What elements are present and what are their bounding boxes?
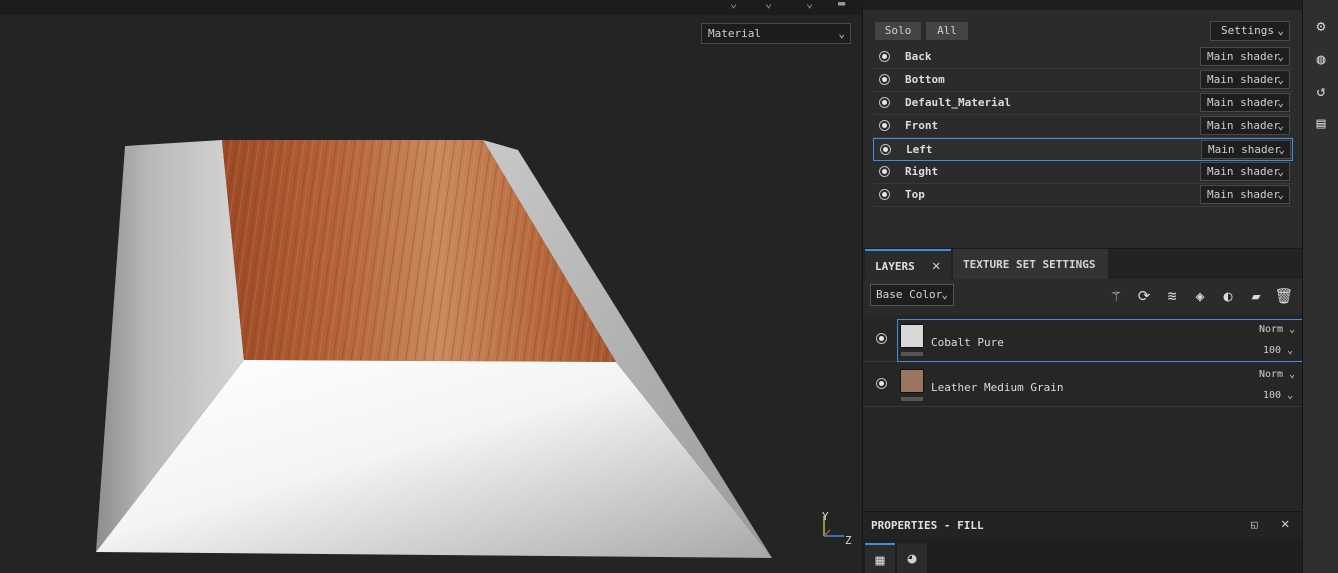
chevron-down-icon: ⌄: [1277, 119, 1284, 132]
layers-toolbar: Base Color ⌄ ⚚ ⟳ ≋ ◈ ◐ ▰ 🗑: [863, 279, 1303, 313]
magic-wand-icon[interactable]: ⚚: [1106, 286, 1126, 306]
texture-set-radio[interactable]: [879, 189, 890, 200]
solo-button[interactable]: Solo: [875, 22, 921, 40]
layer-row[interactable]: Leather Medium Grain Norm ⌄ 100 ⌄: [863, 362, 1303, 407]
3d-model[interactable]: [0, 0, 862, 573]
texture-set-radio[interactable]: [879, 51, 890, 62]
fill-layer-icon[interactable]: ◈: [1190, 286, 1210, 306]
shader-select[interactable]: Main shader ⌄: [1200, 185, 1290, 204]
chevron-down-icon: ⌄: [1277, 24, 1284, 37]
properties-header: PROPERTIES - FILL ◱ ✕: [863, 511, 1303, 539]
axis-gizmo: Y Z: [822, 510, 852, 547]
expand-icon[interactable]: ◱: [1251, 518, 1258, 531]
close-icon[interactable]: ✕: [932, 258, 940, 274]
chevron-down-icon: ⌄: [1277, 73, 1284, 86]
layers-tabbar: LAYERS ✕ TEXTURE SET SETTINGS: [863, 248, 1303, 280]
texture-set-radio[interactable]: [880, 144, 891, 155]
chevron-down-icon: ⌄: [1277, 188, 1284, 201]
panel-top-strip: [863, 0, 1303, 10]
mask-thumbnail: [901, 352, 923, 356]
texture-set-row[interactable]: Bottom Main shader ⌄: [873, 69, 1293, 92]
dock-icon-strip: ⚙ ◍ ↺ ▤: [1302, 0, 1338, 573]
texture-set-radio[interactable]: [879, 120, 890, 131]
texture-set-name: Top: [905, 188, 925, 201]
texture-set-radio[interactable]: [879, 97, 890, 108]
texture-set-row[interactable]: Back Main shader ⌄: [873, 46, 1293, 69]
properties-title: PROPERTIES - FILL: [871, 519, 984, 532]
delete-icon[interactable]: 🗑: [1274, 286, 1294, 306]
layer-name: Cobalt Pure: [931, 336, 1004, 349]
texture-set-row[interactable]: Front Main shader ⌄: [873, 115, 1293, 138]
layer-thumbnail: [900, 369, 924, 393]
settings-gear-icon[interactable]: ⚙: [1311, 16, 1331, 36]
texture-set-name: Bottom: [905, 73, 945, 86]
mask-icon[interactable]: ◐: [1218, 286, 1238, 306]
blend-mode-select[interactable]: Norm ⌄: [1259, 369, 1295, 380]
texture-set-radio[interactable]: [879, 74, 890, 85]
channel-dropdown[interactable]: Base Color ⌄: [870, 284, 954, 306]
chevron-down-icon: ⌄: [941, 288, 948, 301]
shader-select[interactable]: Main shader ⌄: [1200, 93, 1290, 112]
fill-properties-tab-icon[interactable]: ▦: [865, 543, 895, 573]
texture-set-name: Default_Material: [905, 96, 1011, 109]
viewport-channel-select[interactable]: Material ⌄: [701, 23, 851, 44]
layer-row[interactable]: Cobalt Pure Norm ⌄ 100 ⌄: [863, 317, 1303, 362]
opacity-select[interactable]: 100 ⌄: [1263, 390, 1293, 401]
log-clipboard-icon[interactable]: ▤: [1311, 113, 1331, 133]
all-button[interactable]: All: [926, 22, 968, 40]
blend-mode-select[interactable]: Norm ⌄: [1259, 324, 1295, 335]
opacity-select[interactable]: 100 ⌄: [1263, 345, 1293, 356]
chevron-down-icon: ⌄: [1277, 50, 1284, 63]
texture-set-name: Back: [905, 50, 932, 63]
layer-thumbnail: [900, 324, 924, 348]
chevron-down-icon: ⌄: [1277, 96, 1284, 109]
texture-set-row[interactable]: Top Main shader ⌄: [873, 184, 1293, 207]
add-folder-icon[interactable]: ▰: [1246, 286, 1266, 306]
shader-select[interactable]: Main shader ⌄: [1200, 162, 1290, 181]
close-icon[interactable]: ✕: [1281, 516, 1289, 532]
mask-thumbnail: [901, 397, 923, 401]
history-icon[interactable]: ↺: [1311, 81, 1331, 101]
texture-set-row[interactable]: Right Main shader ⌄: [873, 161, 1293, 184]
texture-set-radio[interactable]: [879, 166, 890, 177]
visibility-toggle[interactable]: [876, 333, 887, 344]
visibility-toggle[interactable]: [876, 378, 887, 389]
shader-select[interactable]: Main shader ⌄: [1200, 70, 1290, 89]
texture-set-row[interactable]: Left Main shader ⌄: [873, 138, 1293, 161]
axis-z-label: Z: [845, 534, 852, 547]
texture-set-name: Right: [905, 165, 939, 178]
chevron-down-icon: ⌄: [1277, 165, 1284, 178]
layer-name: Leather Medium Grain: [931, 381, 1064, 394]
settings-dropdown[interactable]: Settings ⌄: [1210, 21, 1290, 41]
environment-globe-icon[interactable]: ◍: [1311, 49, 1331, 69]
tab-layers[interactable]: LAYERS ✕: [865, 249, 951, 280]
right-panel: Solo All Settings ⌄ Back Main shader ⌄ Bott…: [862, 0, 1303, 573]
texture-set-name: Left: [906, 143, 933, 156]
texture-set-name: Front: [905, 119, 939, 132]
shader-select[interactable]: Main shader ⌄: [1201, 140, 1291, 159]
axis-y-label: Y: [822, 510, 829, 523]
shader-select[interactable]: Main shader ⌄: [1200, 116, 1290, 135]
shader-select[interactable]: Main shader ⌄: [1200, 47, 1290, 66]
chevron-down-icon: ⌄: [838, 27, 845, 40]
chevron-down-icon: ⌄: [1278, 143, 1285, 156]
layers-list: Cobalt Pure Norm ⌄ 100 ⌄ Leather Medium …: [863, 315, 1303, 511]
tab-texture-set-settings[interactable]: TEXTURE SET SETTINGS: [953, 249, 1108, 280]
smart-mask-icon[interactable]: ⟳: [1134, 286, 1154, 306]
3d-viewport[interactable]: ⌄ ⌄ ⌄ ▬ Material ⌄ Y Z: [0, 0, 862, 573]
material-sphere-tab-icon[interactable]: ◕: [897, 543, 927, 573]
properties-tabbar: ▦ ◕: [863, 539, 1303, 573]
texture-set-row[interactable]: Default_Material Main shader ⌄: [873, 92, 1293, 115]
add-layer-icon[interactable]: ≋: [1162, 286, 1182, 306]
